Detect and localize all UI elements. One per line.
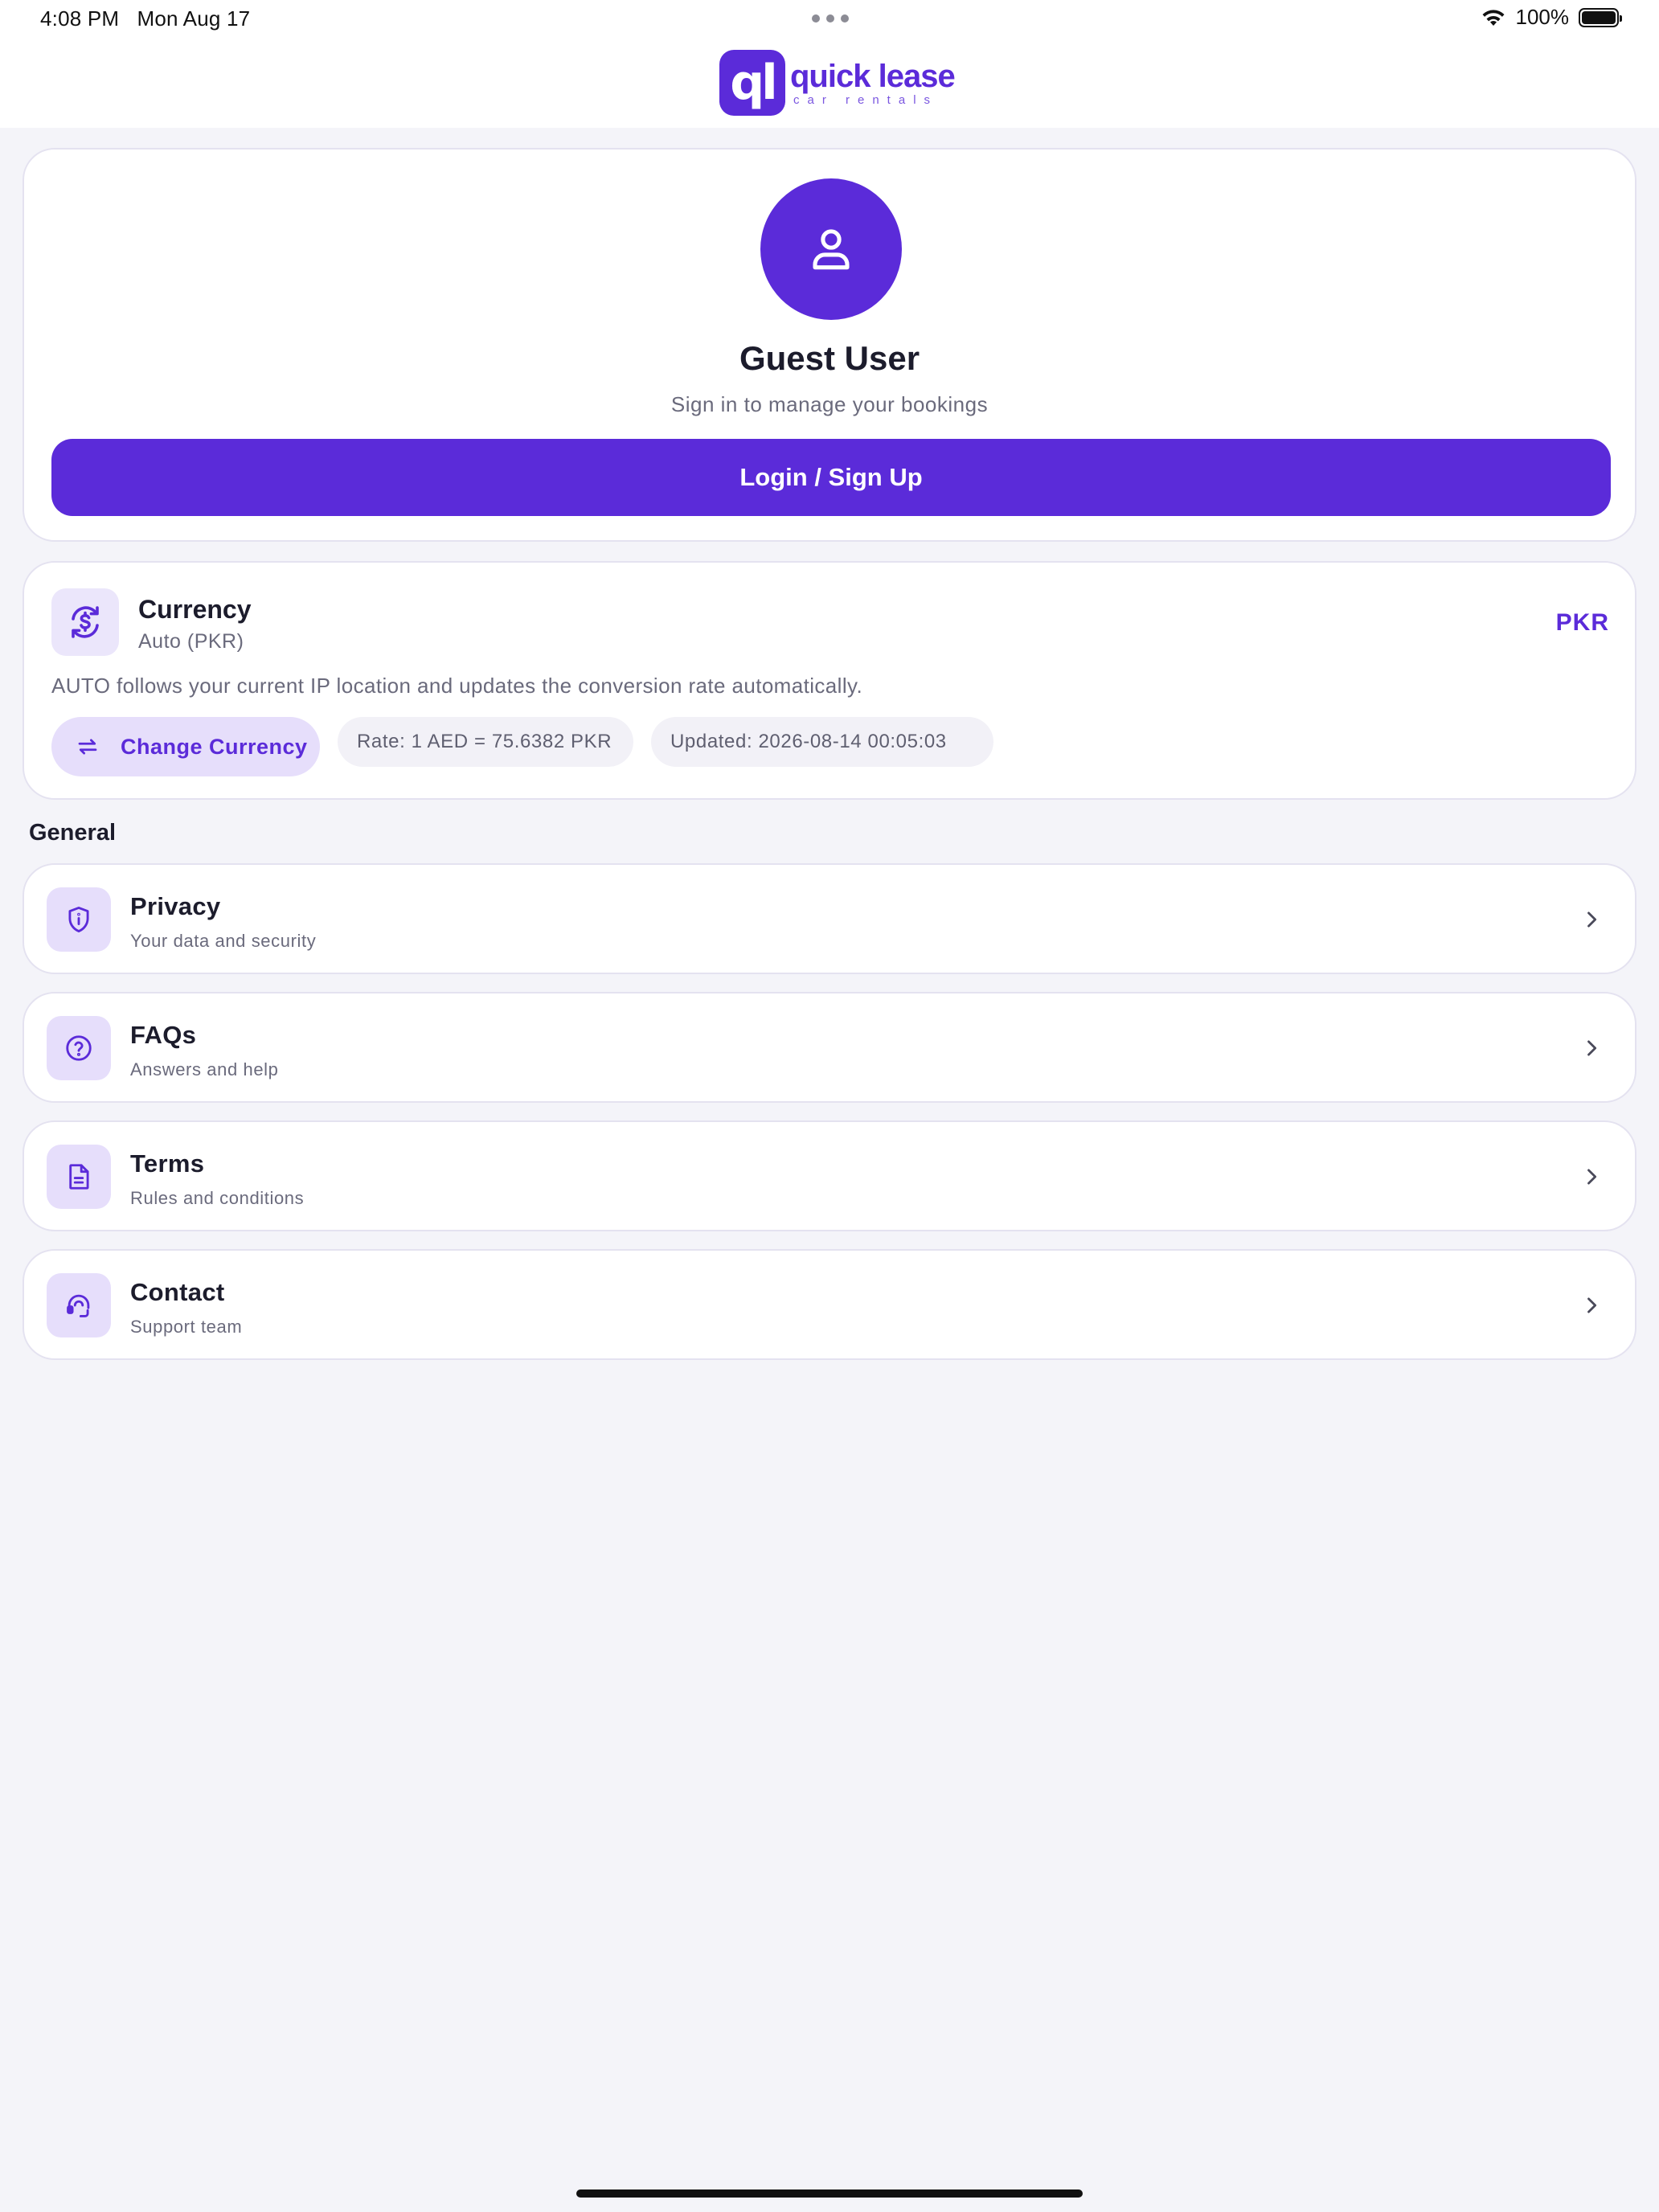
menu-item-subtitle: Support team: [130, 1317, 243, 1337]
menu-item-faqs[interactable]: FAQs Answers and help: [23, 992, 1636, 1103]
profile-card: Guest User Sign in to manage your bookin…: [23, 148, 1636, 542]
clock: 4:08 PM: [40, 6, 120, 31]
logo-mark: ql: [719, 50, 785, 116]
home-indicator[interactable]: [576, 2189, 1083, 2198]
battery-icon: [1579, 7, 1622, 27]
chevron-right-icon: [1587, 1040, 1597, 1056]
date: Mon Aug 17: [137, 6, 251, 31]
login-signup-button[interactable]: Login / Sign Up: [51, 439, 1611, 516]
profile-name: Guest User: [739, 339, 920, 377]
rate-chip: Rate: 1 AED = 75.6382 PKR: [338, 717, 633, 767]
change-currency-label: Change Currency: [121, 734, 308, 759]
swap-arrows-icon: [78, 739, 97, 755]
menu-item-terms[interactable]: Terms Rules and conditions: [23, 1120, 1636, 1231]
document-icon: [69, 1164, 89, 1190]
avatar: [760, 178, 902, 320]
multitasking-dots[interactable]: [812, 14, 849, 23]
chevron-right-icon: [1587, 1169, 1597, 1185]
shield-icon: [68, 907, 89, 932]
menu-item-subtitle: Answers and help: [130, 1059, 279, 1079]
menu-icon-box: [47, 1145, 111, 1209]
currency-card: Currency Auto (PKR) PKR AUTO follows you…: [23, 561, 1636, 800]
menu-item-title: Privacy: [130, 892, 221, 920]
app-logo: ql quick lease car rentals: [719, 50, 956, 116]
profile-subtitle: Sign in to manage your bookings: [670, 392, 989, 416]
menu-icon-box: [47, 1273, 111, 1337]
menu-icon-box: [47, 1016, 111, 1080]
menu-icon-box: [47, 887, 111, 952]
menu-item-title: FAQs: [130, 1021, 197, 1049]
menu-item-title: Terms: [130, 1149, 205, 1178]
currency-mode: Auto (PKR): [138, 630, 244, 653]
menu-item-subtitle: Rules and conditions: [130, 1188, 305, 1208]
currency-title: Currency: [138, 595, 252, 624]
logo-subtitle: car rentals: [793, 92, 939, 107]
question-icon: [66, 1035, 92, 1061]
menu-item-subtitle: Your data and security: [130, 931, 317, 951]
status-indicators: 100%: [1481, 5, 1622, 30]
battery-percent: 100%: [1515, 5, 1570, 29]
currency-exchange-icon: [72, 606, 99, 638]
top-bar: 4:08 PM Mon Aug 17 100% ql quick lease c…: [0, 0, 1659, 128]
currency-description: AUTO follows your current IP location an…: [51, 674, 863, 698]
user-icon: [813, 229, 850, 270]
section-title-general: General: [29, 820, 116, 846]
updated-chip: Updated: 2026-08-14 00:05:03: [651, 717, 993, 767]
chevron-right-icon: [1587, 1297, 1597, 1313]
logo-title: quick lease: [790, 58, 956, 94]
menu-item-contact[interactable]: Contact Support team: [23, 1249, 1636, 1360]
currency-code: PKR: [1555, 609, 1609, 636]
menu-item-privacy[interactable]: Privacy Your data and security: [23, 863, 1636, 974]
currency-icon-box: [51, 588, 119, 656]
chevron-right-icon: [1587, 911, 1597, 928]
headset-icon: [67, 1294, 90, 1317]
change-currency-button[interactable]: Change Currency: [51, 717, 320, 776]
wifi-icon: [1482, 9, 1504, 26]
status-time: 4:08 PM Mon Aug 17: [40, 6, 250, 31]
menu-item-title: Contact: [130, 1278, 225, 1306]
